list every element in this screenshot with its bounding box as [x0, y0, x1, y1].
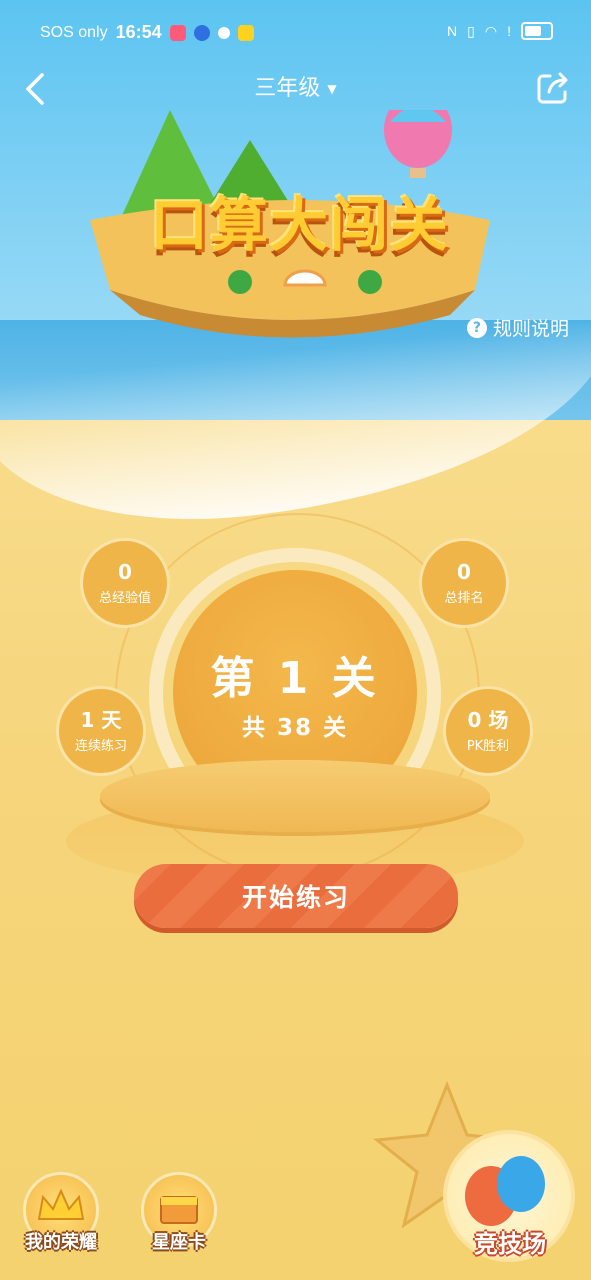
grade-selector[interactable]: 三年级 ▼	[236, 70, 356, 102]
status-bar: SOS only 16:54 N ▯ ◠ !	[0, 0, 591, 60]
chevron-left-icon	[26, 73, 44, 105]
stat-pk-wins: 0 场 PK胜利	[443, 686, 533, 776]
wifi-icon: ◠	[484, 22, 498, 39]
stat-streak: 1 天 连续练习	[56, 686, 146, 776]
stat-value: 1 天	[80, 707, 122, 732]
vibrate-icon: ▯	[467, 22, 475, 39]
sim-alert-icon: !	[507, 23, 511, 39]
zodiac-card-button[interactable]: 星座卡	[134, 1172, 224, 1262]
close-notification-icon	[217, 26, 230, 39]
honor-label: 我的荣耀	[25, 1232, 97, 1253]
arena-label: 竞技场	[474, 1230, 546, 1258]
current-level: 第 1 关	[210, 653, 380, 704]
rules-label: 规则说明	[492, 318, 569, 340]
stat-total-exp: 0 总经验值	[80, 538, 170, 628]
share-button[interactable]	[535, 70, 571, 106]
tree-left	[228, 270, 252, 294]
stat-label: 总经验值	[98, 590, 151, 606]
shield-notification-icon	[193, 24, 210, 41]
top-bar: 三年级 ▼	[0, 60, 591, 116]
clock: 16:54	[115, 22, 162, 42]
stat-value: 0 场	[467, 707, 509, 732]
stage-top	[100, 760, 490, 832]
share-icon	[537, 72, 568, 104]
carrier-text: SOS only	[40, 23, 108, 41]
stat-value: 0	[118, 559, 132, 584]
battery-icon	[521, 22, 553, 40]
stat-label: 连续练习	[74, 738, 127, 754]
balloon-basket	[410, 168, 426, 178]
stat-label: PK胜利	[466, 738, 510, 754]
stat-label: 总排名	[444, 590, 484, 606]
help-icon: ?	[466, 317, 487, 338]
total-levels: 共 38 关	[241, 715, 349, 741]
emoji-app-icon	[237, 24, 254, 41]
nfc-icon: N	[447, 23, 458, 39]
status-right: N ▯ ◠ !	[447, 22, 553, 40]
chevron-down-icon: ▼	[327, 82, 337, 96]
tree-right	[358, 270, 382, 294]
rules-link[interactable]: ? 规则说明	[466, 314, 569, 341]
stat-value: 0	[457, 559, 471, 584]
grade-label: 三年级	[254, 76, 321, 101]
glove-blue	[497, 1156, 545, 1212]
my-honor-button[interactable]: 我的荣耀	[16, 1172, 106, 1262]
back-button[interactable]	[18, 72, 52, 106]
start-practice-button[interactable]: 开始练习	[134, 864, 458, 928]
app-notification-icon	[169, 24, 186, 41]
stat-total-rank: 0 总排名	[419, 538, 509, 628]
game-title: 口算大闯关	[149, 191, 450, 259]
status-left: SOS only 16:54	[40, 22, 254, 43]
